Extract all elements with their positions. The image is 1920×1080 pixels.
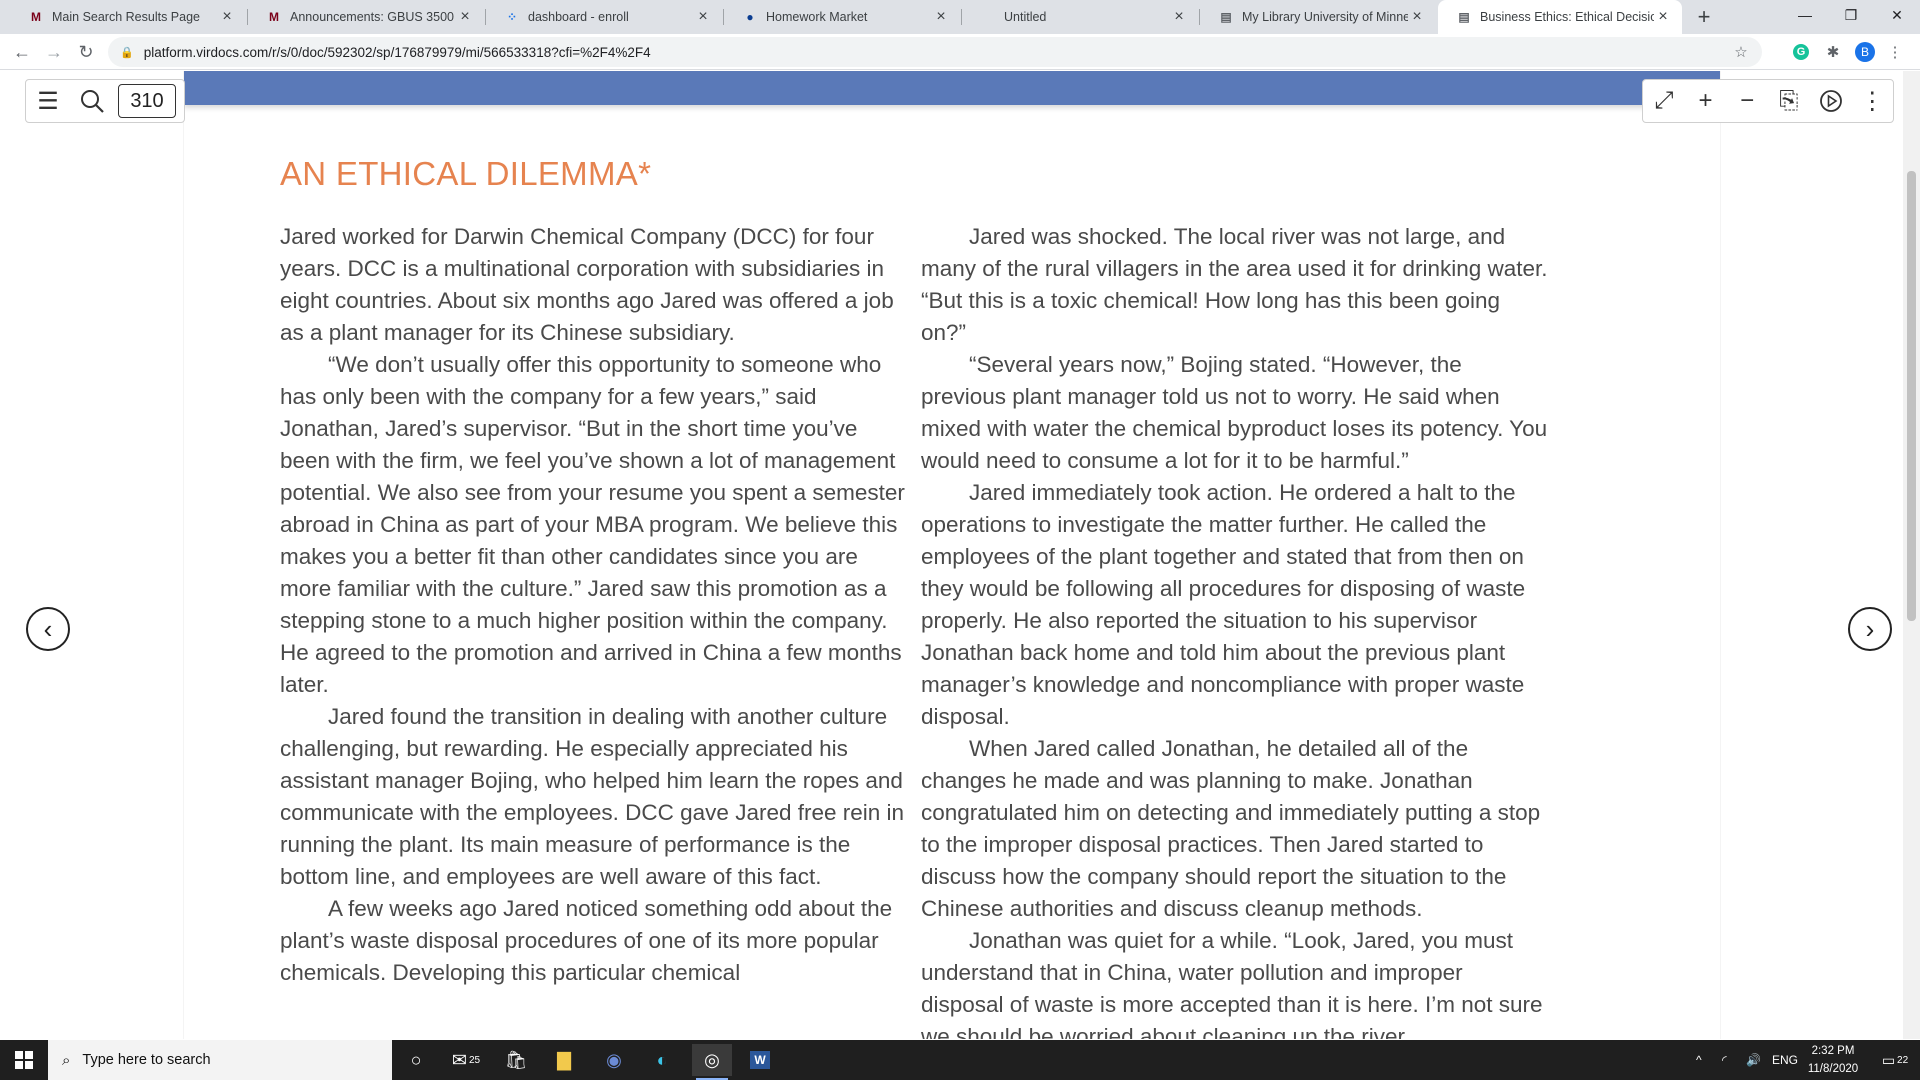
lock-icon: 🔒 [120, 46, 134, 59]
language-indicator[interactable]: ENG [1772, 1040, 1798, 1080]
close-icon[interactable]: × [694, 8, 712, 26]
notification-center-icon[interactable]: ▭ 22 [1870, 1040, 1920, 1080]
page-number-input[interactable]: 310 [118, 84, 176, 118]
paragraph: Jared worked for Darwin Chemical Company… [280, 224, 894, 345]
forward-arrow-icon[interactable]: → [40, 38, 68, 66]
close-icon[interactable]: × [1170, 8, 1188, 26]
close-icon[interactable]: × [218, 8, 236, 26]
file-explorer-icon[interactable]: ▇ [544, 1044, 584, 1076]
clock-time: 2:32 PM [1811, 1045, 1855, 1057]
paragraph: “We don’t usually offer this opportunity… [280, 352, 905, 697]
previous-page-arrow-icon[interactable]: ‹ [26, 607, 70, 651]
scrollbar-thumb[interactable] [1907, 171, 1916, 621]
tab-my-library[interactable]: ▤ My Library University of Minneso × [1200, 0, 1436, 34]
address-bar[interactable]: 🔒 platform.virdocs.com/r/s/0/doc/592302/… [108, 37, 1762, 67]
paragraph: A few weeks ago Jared noticed something … [280, 896, 893, 985]
vertical-scrollbar[interactable] [1903, 71, 1920, 1039]
paragraph: Jared found the transition in dealing wi… [280, 704, 905, 889]
loading-icon: ⁘ [506, 10, 518, 24]
paragraph: Jared immediately took action. He ordere… [921, 480, 1526, 729]
store-icon[interactable]: 🛍 [496, 1044, 536, 1076]
tab-title: Main Search Results Page [52, 10, 200, 24]
windows-start-icon[interactable] [0, 1040, 48, 1080]
zoom-in-icon[interactable]: + [1685, 79, 1727, 123]
search-icon[interactable] [70, 79, 114, 123]
fullscreen-icon[interactable]: ⤢ [1643, 79, 1685, 123]
read-aloud-play-icon[interactable] [1810, 79, 1852, 123]
reader-right-toolbar: ⤢ + − ⎘ ⋮ [1642, 79, 1894, 123]
cortana-icon[interactable]: ○ [396, 1044, 436, 1076]
tab-dashboard-enroll[interactable]: ⁘ dashboard - enroll × [486, 0, 722, 34]
document-icon: ▤ [1458, 10, 1470, 24]
tab-main-search-results[interactable]: M Main Search Results Page × [10, 0, 246, 34]
system-clock[interactable]: 2:32 PM 11/8/2020 [1798, 1042, 1868, 1078]
close-icon[interactable]: × [932, 8, 950, 26]
reader-left-toolbar: ☰ 310 [25, 79, 185, 123]
mail-icon[interactable]: ✉ 25 [446, 1044, 486, 1076]
back-arrow-icon[interactable]: ← [8, 38, 36, 66]
umn-logo-icon: M [269, 10, 279, 24]
clock-date: 11/8/2020 [1807, 1063, 1859, 1075]
tab-strip: M Main Search Results Page × M Announcem… [0, 0, 1920, 34]
homework-market-icon: ● [746, 10, 754, 24]
more-options-icon[interactable]: ⋮ [1851, 79, 1893, 123]
tab-title: Business Ethics: Ethical Decision M [1480, 10, 1654, 24]
chrome-alt-icon[interactable]: ◉ [594, 1044, 634, 1076]
profile-initial: B [1855, 42, 1875, 62]
extensions-puzzle-icon[interactable]: ✱ [1822, 41, 1844, 63]
browser-toolbar: ← → ↻ 🔒 platform.virdocs.com/r/s/0/doc/5… [0, 34, 1920, 70]
taskbar-search-placeholder: Type here to search [82, 1052, 211, 1068]
word-icon[interactable]: W [740, 1044, 780, 1076]
book-page: AN ETHICAL DILEMMA* Jared worked for Dar… [184, 71, 1720, 1039]
minimize-icon[interactable]: — [1782, 0, 1828, 30]
bookmark-star-icon[interactable]: ☆ [1730, 41, 1752, 63]
tab-announcements[interactable]: M Announcements: GBUS 3500 (E9C × [248, 0, 484, 34]
tab-title: Announcements: GBUS 3500 (E9C [290, 10, 456, 24]
tab-business-ethics[interactable]: ▤ Business Ethics: Ethical Decision M × [1438, 0, 1682, 34]
wifi-icon[interactable]: ◜ [1722, 1040, 1727, 1080]
volume-icon[interactable]: 🔊 [1746, 1040, 1761, 1080]
page-header-band [184, 71, 1720, 105]
tab-title: Untitled [1004, 10, 1047, 24]
paragraph: When Jared called Jonathan, he detailed … [921, 736, 1541, 921]
tray-chevron-icon[interactable]: ^ [1696, 1040, 1702, 1080]
notification-count: 22 [1897, 1054, 1909, 1066]
bookmark-add-icon[interactable]: ⎘ [1768, 79, 1810, 123]
mail-badge: 25 [468, 1054, 481, 1066]
new-tab-button[interactable]: + [1690, 0, 1718, 34]
paragraph: Jared was shocked. The local river was n… [921, 224, 1548, 345]
tab-title: dashboard - enroll [528, 10, 629, 24]
chrome-icon[interactable]: ◎ [692, 1044, 732, 1080]
kebab-menu-icon[interactable]: ⋮ [1884, 41, 1906, 63]
tab-title: My Library University of Minneso [1242, 10, 1408, 24]
tab-title: Homework Market [766, 10, 868, 24]
next-page-arrow-icon[interactable]: › [1848, 607, 1892, 651]
blank-page-icon [980, 9, 996, 25]
close-icon[interactable]: × [1654, 8, 1672, 26]
grammarly-icon[interactable]: G [1790, 41, 1812, 63]
tab-homework-market[interactable]: ● Homework Market × [724, 0, 960, 34]
url-text: platform.virdocs.com/r/s/0/doc/592302/sp… [143, 44, 651, 60]
tab-untitled[interactable]: Untitled × [962, 0, 1198, 34]
hamburger-menu-icon[interactable]: ☰ [26, 79, 70, 123]
close-icon[interactable]: × [456, 8, 474, 26]
close-icon[interactable]: × [1408, 8, 1426, 26]
edge-icon[interactable]: ◐ [642, 1044, 682, 1076]
zoom-out-icon[interactable]: − [1726, 79, 1768, 123]
left-column: Jared worked for Darwin Chemical Company… [280, 221, 910, 989]
right-column: Jared was shocked. The local river was n… [921, 221, 1551, 1039]
paragraph: Jonathan was quiet for a while. “Look, J… [921, 928, 1543, 1039]
umn-logo-icon: M [31, 10, 41, 24]
windows-taskbar: ⌕ Type here to search ○ ✉ 25 🛍 ▇ ◉ ◐ ◎ W … [0, 1040, 1920, 1080]
reader-viewport[interactable]: AN ETHICAL DILEMMA* Jared worked for Dar… [0, 71, 1920, 1039]
paragraph: “Several years now,” Bojing stated. “How… [921, 352, 1548, 473]
restore-icon[interactable]: ❐ [1828, 0, 1874, 30]
profile-avatar[interactable]: B [1854, 41, 1876, 63]
reload-icon[interactable]: ↻ [72, 38, 100, 66]
document-icon: ▤ [1220, 10, 1232, 24]
taskbar-search-box[interactable]: ⌕ Type here to search [48, 1040, 392, 1080]
section-heading: AN ETHICAL DILEMMA* [280, 155, 652, 192]
search-icon: ⌕ [62, 1051, 71, 1069]
window-close-icon[interactable]: ✕ [1874, 0, 1920, 30]
